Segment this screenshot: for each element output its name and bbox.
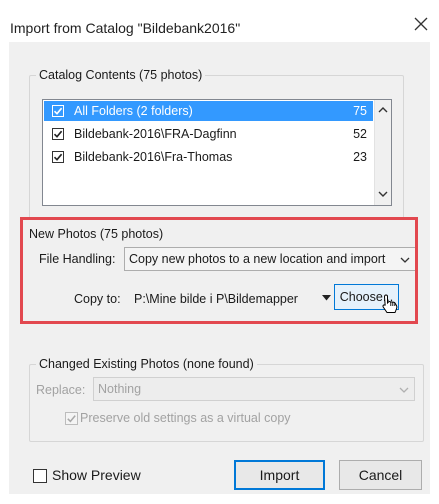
replace-dropdown[interactable]: Nothing [93, 377, 415, 401]
catalog-contents-group: Catalog Contents (75 photos) All Folders… [29, 68, 404, 220]
folder-list[interactable]: All Folders (2 folders) 75 Bildebank-201… [42, 99, 392, 206]
show-preview-label[interactable]: Show Preview [52, 467, 141, 483]
folder-row-count: 52 [353, 127, 367, 141]
folder-row-fra-thomas[interactable]: Bildebank-2016\Fra-Thomas 23 [44, 147, 373, 167]
chevron-down-icon [399, 387, 409, 393]
new-photos-highlight-frame [20, 217, 418, 324]
catalog-contents-title: Catalog Contents (75 photos) [36, 68, 206, 82]
scroll-up-button[interactable] [375, 101, 391, 118]
dialog-title: Import from Catalog "Bildebank2016" [10, 20, 241, 36]
folder-row-count: 23 [353, 150, 367, 164]
title-bar: Import from Catalog "Bildebank2016" [0, 0, 439, 42]
replace-value: Nothing [98, 382, 142, 396]
chevron-down-icon [378, 191, 388, 197]
cancel-button[interactable]: Cancel [339, 460, 422, 490]
replace-label: Replace: [36, 383, 86, 397]
changed-photos-group: Changed Existing Photos (none found) [29, 357, 424, 442]
import-button[interactable]: Import [234, 460, 325, 490]
import-from-catalog-dialog: Import from Catalog "Bildebank2016" Cata… [0, 0, 439, 504]
folder-row-fra-dagfinn[interactable]: Bildebank-2016\FRA-Dagfinn 52 [44, 124, 373, 144]
preserve-checkbox[interactable] [65, 412, 78, 425]
cancel-button-label: Cancel [358, 467, 403, 483]
scroll-down-button[interactable] [375, 186, 391, 203]
folder-row-all[interactable]: All Folders (2 folders) 75 [44, 101, 373, 121]
folder-row-label: Bildebank-2016\FRA-Dagfinn [74, 127, 237, 141]
chevron-up-icon [378, 107, 388, 113]
checkbox-checked-icon[interactable] [52, 128, 64, 140]
preserve-label: Preserve old settings as a virtual copy [80, 411, 291, 425]
close-icon[interactable] [413, 16, 429, 32]
changed-photos-title: Changed Existing Photos (none found) [36, 357, 257, 371]
checkbox-checked-icon[interactable] [52, 105, 64, 117]
folder-list-scrollbar[interactable] [374, 100, 391, 205]
checkbox-checked-icon[interactable] [52, 151, 64, 163]
folder-row-label: Bildebank-2016\Fra-Thomas [74, 150, 233, 164]
folder-row-label: All Folders (2 folders) [74, 104, 193, 118]
show-preview-checkbox[interactable] [33, 469, 47, 483]
import-button-label: Import [259, 467, 300, 483]
folder-row-count: 75 [353, 104, 367, 118]
